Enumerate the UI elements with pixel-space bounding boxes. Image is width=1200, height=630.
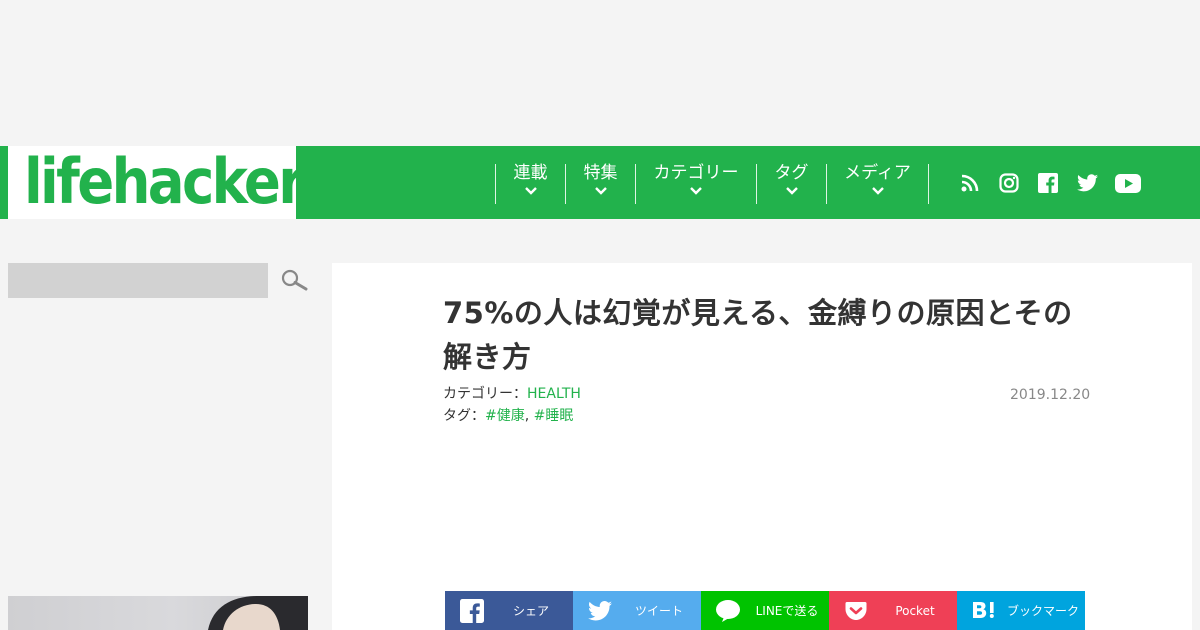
main-nav: 連載 特集 カテゴリー タグ メディア	[296, 146, 1200, 219]
nav-label: 連載	[513, 163, 548, 183]
tag-link-sleep[interactable]: #睡眠	[534, 408, 574, 424]
twitter-icon[interactable]	[1075, 172, 1099, 194]
nav-label: タグ	[774, 163, 809, 183]
logo-text: lifehacker	[24, 145, 305, 218]
hatena-bookmark-icon	[971, 598, 997, 624]
chevron-down-icon	[871, 187, 884, 195]
tag-label: タグ：	[443, 408, 485, 424]
twitter-icon	[587, 598, 613, 624]
facebook-icon	[459, 598, 485, 624]
share-bar: シェア ツイート LINEで送る Pocket ブックマーク	[445, 591, 1085, 630]
twitter-share-button[interactable]: ツイート	[573, 591, 701, 630]
article-date: 2019.12.20	[1010, 387, 1091, 403]
chevron-down-icon	[594, 187, 607, 195]
photo-placeholder	[208, 596, 308, 630]
share-label: ブックマーク	[1006, 604, 1079, 618]
article-card: 75%の人は幻覚が見える、金縛りの原因とその解き方 カテゴリー：HEALTH タ…	[332, 263, 1192, 630]
search-input[interactable]	[8, 263, 268, 298]
nav-item-features[interactable]: 特集	[565, 163, 635, 204]
pocket-icon	[843, 598, 869, 624]
logo[interactable]: lifehacker	[0, 145, 305, 219]
tag-separator: ,	[524, 408, 530, 424]
chevron-down-icon	[524, 187, 537, 195]
article-tags: タグ：#健康, #睡眠	[443, 406, 573, 426]
facebook-share-button[interactable]: シェア	[445, 591, 573, 630]
article-title: 75%の人は幻覚が見える、金縛りの原因とその解き方	[443, 296, 1073, 374]
chevron-down-icon	[690, 187, 702, 195]
share-label: Pocket	[895, 603, 935, 618]
rss-icon[interactable]	[958, 172, 982, 194]
nav-label: メディア	[844, 163, 911, 183]
nav-item-tag[interactable]: タグ	[756, 163, 826, 204]
share-label: ツイート	[634, 604, 683, 618]
nav-item-media[interactable]: メディア	[826, 163, 929, 204]
search-icon	[281, 269, 308, 291]
instagram-icon[interactable]	[997, 172, 1021, 194]
line-icon	[715, 598, 741, 624]
tag-link-health[interactable]: #健康	[485, 408, 525, 424]
search-button[interactable]	[280, 268, 308, 294]
share-label: シェア	[512, 604, 549, 618]
pocket-share-button[interactable]: Pocket	[829, 591, 957, 630]
line-share-button[interactable]: LINEで送る	[701, 591, 829, 630]
facebook-icon[interactable]	[1036, 172, 1060, 194]
logo-accent-bar	[0, 146, 8, 219]
category-link[interactable]: HEALTH	[527, 386, 581, 402]
category-label: カテゴリー：	[443, 386, 527, 402]
article-category: カテゴリー：HEALTH	[443, 384, 581, 404]
youtube-icon[interactable]	[1114, 172, 1142, 194]
nav-item-series[interactable]: 連載	[495, 163, 565, 204]
site-header: lifehacker 連載 特集 カテゴリー タグ メディア	[0, 145, 1200, 219]
hatena-share-button[interactable]: ブックマーク	[957, 591, 1085, 630]
nav-item-category[interactable]: カテゴリー	[635, 163, 756, 204]
nav-label: カテゴリー	[653, 163, 739, 183]
nav-label: 特集	[583, 163, 618, 183]
share-label: LINEで送る	[755, 604, 819, 618]
chevron-down-icon	[785, 187, 798, 195]
sidebar-ad-image[interactable]	[8, 596, 308, 630]
